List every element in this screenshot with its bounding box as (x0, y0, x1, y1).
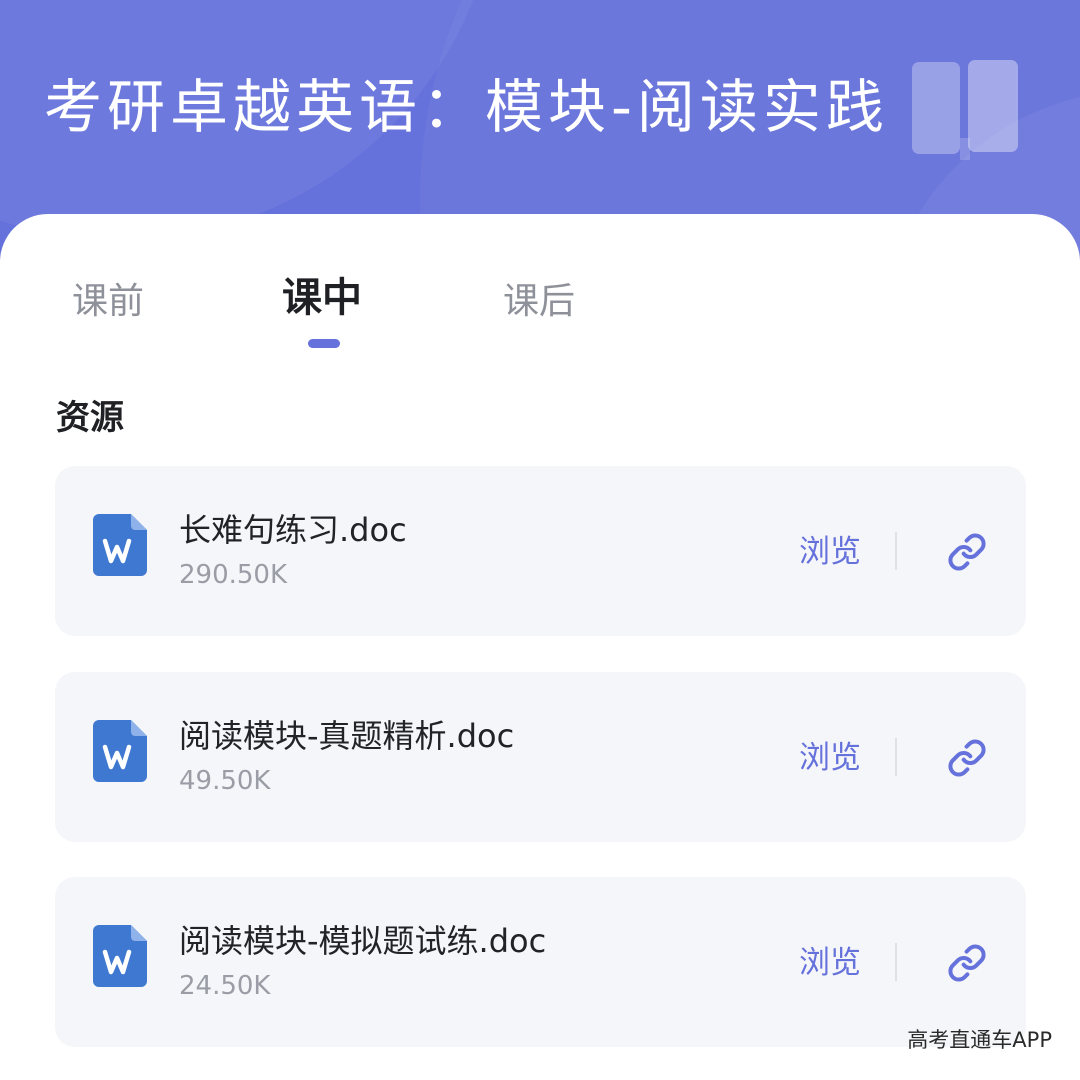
file-name: 阅读模块-模拟题试练.doc (179, 922, 547, 960)
word-doc-icon (93, 720, 147, 782)
tab-before-class[interactable]: 课前 (72, 276, 144, 328)
link-icon[interactable] (947, 532, 987, 572)
tab-in-class[interactable]: 课中 (282, 272, 362, 324)
word-doc-icon (93, 925, 147, 987)
divider (895, 532, 897, 570)
resource-item: 阅读模块-模拟题试练.doc 24.50K 浏览 (55, 877, 1026, 1047)
link-icon[interactable] (947, 738, 987, 778)
tab-bar: 课前 课中 课后 (0, 272, 1080, 362)
link-icon[interactable] (947, 943, 987, 983)
word-doc-icon (93, 514, 147, 576)
divider (895, 738, 897, 776)
browse-button[interactable]: 浏览 (799, 736, 861, 780)
section-title: 资源 (56, 398, 124, 438)
file-name: 阅读模块-真题精析.doc (179, 717, 515, 755)
page-title: 考研卓越英语：模块-阅读实践 (44, 73, 889, 141)
divider (895, 943, 897, 981)
browse-button[interactable]: 浏览 (799, 941, 861, 985)
file-size: 24.50K (179, 971, 271, 1001)
watermark: 高考直通车APP (907, 1028, 1052, 1052)
resource-item: 阅读模块-真题精析.doc 49.50K 浏览 (55, 672, 1026, 842)
browse-button[interactable]: 浏览 (799, 530, 861, 574)
file-name: 长难句练习.doc (179, 511, 407, 549)
tab-after-class[interactable]: 课后 (503, 276, 575, 328)
file-size: 49.50K (179, 766, 271, 796)
active-tab-indicator (308, 339, 340, 348)
book-icon (912, 60, 1018, 160)
resource-item: 长难句练习.doc 290.50K 浏览 (55, 466, 1026, 636)
file-size: 290.50K (179, 560, 288, 590)
